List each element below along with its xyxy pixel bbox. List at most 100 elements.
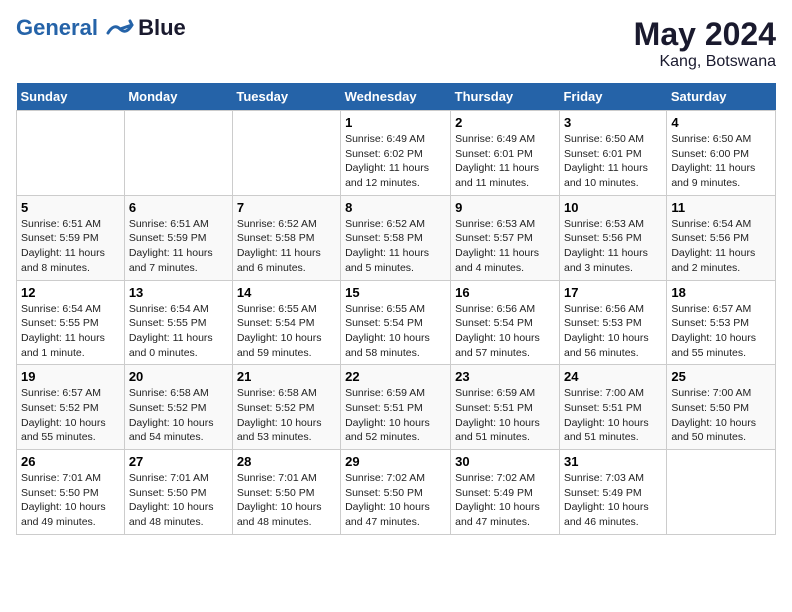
day-info: Sunrise: 6:57 AM Sunset: 5:52 PM Dayligh… bbox=[21, 386, 120, 445]
day-number: 18 bbox=[671, 285, 771, 300]
day-number: 30 bbox=[455, 454, 555, 469]
day-info: Sunrise: 6:53 AM Sunset: 5:57 PM Dayligh… bbox=[455, 217, 555, 276]
calendar-cell: 16 Sunrise: 6:56 AM Sunset: 5:54 PM Dayli… bbox=[451, 280, 560, 365]
day-info: Sunrise: 7:03 AM Sunset: 5:49 PM Dayligh… bbox=[564, 471, 662, 530]
calendar-cell: 5 Sunrise: 6:51 AM Sunset: 5:59 PM Daylig… bbox=[17, 195, 125, 280]
day-number: 2 bbox=[455, 115, 555, 130]
calendar-cell: 3Sunrise: 6:50 AM Sunset: 6:01 PM Daylig… bbox=[559, 111, 666, 196]
day-number: 26 bbox=[21, 454, 120, 469]
day-info: Sunrise: 7:01 AM Sunset: 5:50 PM Dayligh… bbox=[21, 471, 120, 530]
calendar-cell: 24 Sunrise: 7:00 AM Sunset: 5:51 PM Dayli… bbox=[559, 365, 666, 450]
calendar-week-row: 5 Sunrise: 6:51 AM Sunset: 5:59 PM Daylig… bbox=[17, 195, 776, 280]
calendar-cell: 23Sunrise: 6:59 AM Sunset: 5:51 PM Dayli… bbox=[451, 365, 560, 450]
day-number: 8 bbox=[345, 200, 446, 215]
day-number: 7 bbox=[237, 200, 336, 215]
weekday-header-row: SundayMondayTuesdayWednesdayThursdayFrid… bbox=[17, 83, 776, 111]
day-number: 10 bbox=[564, 200, 662, 215]
day-info: Sunrise: 6:49 AM Sunset: 6:02 PM Dayligh… bbox=[345, 132, 446, 191]
day-info: Sunrise: 6:56 AM Sunset: 5:53 PM Dayligh… bbox=[564, 302, 662, 361]
day-number: 22 bbox=[345, 369, 446, 384]
month-title: May 2024 bbox=[634, 16, 776, 53]
logo: General Blue bbox=[16, 16, 186, 40]
calendar-cell: 2Sunrise: 6:49 AM Sunset: 6:01 PM Daylig… bbox=[451, 111, 560, 196]
day-info: Sunrise: 6:54 AM Sunset: 5:55 PM Dayligh… bbox=[129, 302, 228, 361]
logo-text: General bbox=[16, 16, 136, 40]
calendar-cell: 12Sunrise: 6:54 AM Sunset: 5:55 PM Dayli… bbox=[17, 280, 125, 365]
calendar-cell: 31 Sunrise: 7:03 AM Sunset: 5:49 PM Dayli… bbox=[559, 450, 666, 535]
day-info: Sunrise: 6:54 AM Sunset: 5:55 PM Dayligh… bbox=[21, 302, 120, 361]
calendar-cell: 17 Sunrise: 6:56 AM Sunset: 5:53 PM Dayli… bbox=[559, 280, 666, 365]
day-number: 3 bbox=[564, 115, 662, 130]
day-number: 14 bbox=[237, 285, 336, 300]
day-info: Sunrise: 6:56 AM Sunset: 5:54 PM Dayligh… bbox=[455, 302, 555, 361]
calendar-cell: 25 Sunrise: 7:00 AM Sunset: 5:50 PM Dayli… bbox=[667, 365, 776, 450]
weekday-header: Friday bbox=[559, 83, 666, 111]
day-number: 1 bbox=[345, 115, 446, 130]
calendar-cell: 15 Sunrise: 6:55 AM Sunset: 5:54 PM Dayli… bbox=[341, 280, 451, 365]
day-info: Sunrise: 6:59 AM Sunset: 5:51 PM Dayligh… bbox=[455, 386, 555, 445]
page-header: General Blue May 2024 Kang, Botswana bbox=[16, 16, 776, 71]
day-number: 25 bbox=[671, 369, 771, 384]
calendar-cell bbox=[232, 111, 340, 196]
calendar-week-row: 26 Sunrise: 7:01 AM Sunset: 5:50 PM Dayli… bbox=[17, 450, 776, 535]
calendar-cell: 18 Sunrise: 6:57 AM Sunset: 5:53 PM Dayli… bbox=[667, 280, 776, 365]
weekday-header: Wednesday bbox=[341, 83, 451, 111]
day-number: 5 bbox=[21, 200, 120, 215]
day-info: Sunrise: 7:02 AM Sunset: 5:49 PM Dayligh… bbox=[455, 471, 555, 530]
calendar-cell bbox=[667, 450, 776, 535]
day-info: Sunrise: 6:51 AM Sunset: 5:59 PM Dayligh… bbox=[129, 217, 228, 276]
day-number: 6 bbox=[129, 200, 228, 215]
day-number: 11 bbox=[671, 200, 771, 215]
day-number: 21 bbox=[237, 369, 336, 384]
day-info: Sunrise: 6:53 AM Sunset: 5:56 PM Dayligh… bbox=[564, 217, 662, 276]
calendar-cell: 11Sunrise: 6:54 AM Sunset: 5:56 PM Dayli… bbox=[667, 195, 776, 280]
day-info: Sunrise: 7:00 AM Sunset: 5:50 PM Dayligh… bbox=[671, 386, 771, 445]
weekday-header: Thursday bbox=[451, 83, 560, 111]
calendar-cell: 26 Sunrise: 7:01 AM Sunset: 5:50 PM Dayli… bbox=[17, 450, 125, 535]
day-info: Sunrise: 6:51 AM Sunset: 5:59 PM Dayligh… bbox=[21, 217, 120, 276]
calendar-cell: 29 Sunrise: 7:02 AM Sunset: 5:50 PM Dayli… bbox=[341, 450, 451, 535]
day-info: Sunrise: 7:01 AM Sunset: 5:50 PM Dayligh… bbox=[129, 471, 228, 530]
calendar-cell: 20Sunrise: 6:58 AM Sunset: 5:52 PM Dayli… bbox=[124, 365, 232, 450]
day-info: Sunrise: 7:02 AM Sunset: 5:50 PM Dayligh… bbox=[345, 471, 446, 530]
day-number: 15 bbox=[345, 285, 446, 300]
day-number: 9 bbox=[455, 200, 555, 215]
day-number: 24 bbox=[564, 369, 662, 384]
day-info: Sunrise: 6:59 AM Sunset: 5:51 PM Dayligh… bbox=[345, 386, 446, 445]
logo-wave-icon bbox=[106, 19, 136, 39]
calendar-cell: 28 Sunrise: 7:01 AM Sunset: 5:50 PM Dayli… bbox=[232, 450, 340, 535]
day-number: 31 bbox=[564, 454, 662, 469]
day-number: 20 bbox=[129, 369, 228, 384]
day-info: Sunrise: 6:58 AM Sunset: 5:52 PM Dayligh… bbox=[237, 386, 336, 445]
day-number: 28 bbox=[237, 454, 336, 469]
calendar-cell: 1 Sunrise: 6:49 AM Sunset: 6:02 PM Daylig… bbox=[341, 111, 451, 196]
calendar-cell: 9 Sunrise: 6:53 AM Sunset: 5:57 PM Daylig… bbox=[451, 195, 560, 280]
day-number: 29 bbox=[345, 454, 446, 469]
calendar-cell: 27Sunrise: 7:01 AM Sunset: 5:50 PM Dayli… bbox=[124, 450, 232, 535]
calendar-cell: 22 Sunrise: 6:59 AM Sunset: 5:51 PM Dayli… bbox=[341, 365, 451, 450]
logo-general: General bbox=[16, 15, 98, 40]
calendar-cell bbox=[17, 111, 125, 196]
weekday-header: Tuesday bbox=[232, 83, 340, 111]
calendar-cell: 19 Sunrise: 6:57 AM Sunset: 5:52 PM Dayli… bbox=[17, 365, 125, 450]
logo-blue: Blue bbox=[138, 16, 186, 40]
day-info: Sunrise: 6:55 AM Sunset: 5:54 PM Dayligh… bbox=[345, 302, 446, 361]
calendar-cell: 7 Sunrise: 6:52 AM Sunset: 5:58 PM Daylig… bbox=[232, 195, 340, 280]
calendar-cell: 30 Sunrise: 7:02 AM Sunset: 5:49 PM Dayli… bbox=[451, 450, 560, 535]
calendar-week-row: 1 Sunrise: 6:49 AM Sunset: 6:02 PM Daylig… bbox=[17, 111, 776, 196]
day-info: Sunrise: 7:00 AM Sunset: 5:51 PM Dayligh… bbox=[564, 386, 662, 445]
day-info: Sunrise: 6:55 AM Sunset: 5:54 PM Dayligh… bbox=[237, 302, 336, 361]
calendar-week-row: 12Sunrise: 6:54 AM Sunset: 5:55 PM Dayli… bbox=[17, 280, 776, 365]
weekday-header: Sunday bbox=[17, 83, 125, 111]
day-info: Sunrise: 7:01 AM Sunset: 5:50 PM Dayligh… bbox=[237, 471, 336, 530]
calendar-cell: 13Sunrise: 6:54 AM Sunset: 5:55 PM Dayli… bbox=[124, 280, 232, 365]
day-number: 17 bbox=[564, 285, 662, 300]
day-info: Sunrise: 6:57 AM Sunset: 5:53 PM Dayligh… bbox=[671, 302, 771, 361]
day-number: 19 bbox=[21, 369, 120, 384]
calendar-cell: 8Sunrise: 6:52 AM Sunset: 5:58 PM Daylig… bbox=[341, 195, 451, 280]
day-info: Sunrise: 6:52 AM Sunset: 5:58 PM Dayligh… bbox=[237, 217, 336, 276]
weekday-header: Saturday bbox=[667, 83, 776, 111]
day-number: 4 bbox=[671, 115, 771, 130]
day-number: 16 bbox=[455, 285, 555, 300]
calendar-cell: 21 Sunrise: 6:58 AM Sunset: 5:52 PM Dayli… bbox=[232, 365, 340, 450]
